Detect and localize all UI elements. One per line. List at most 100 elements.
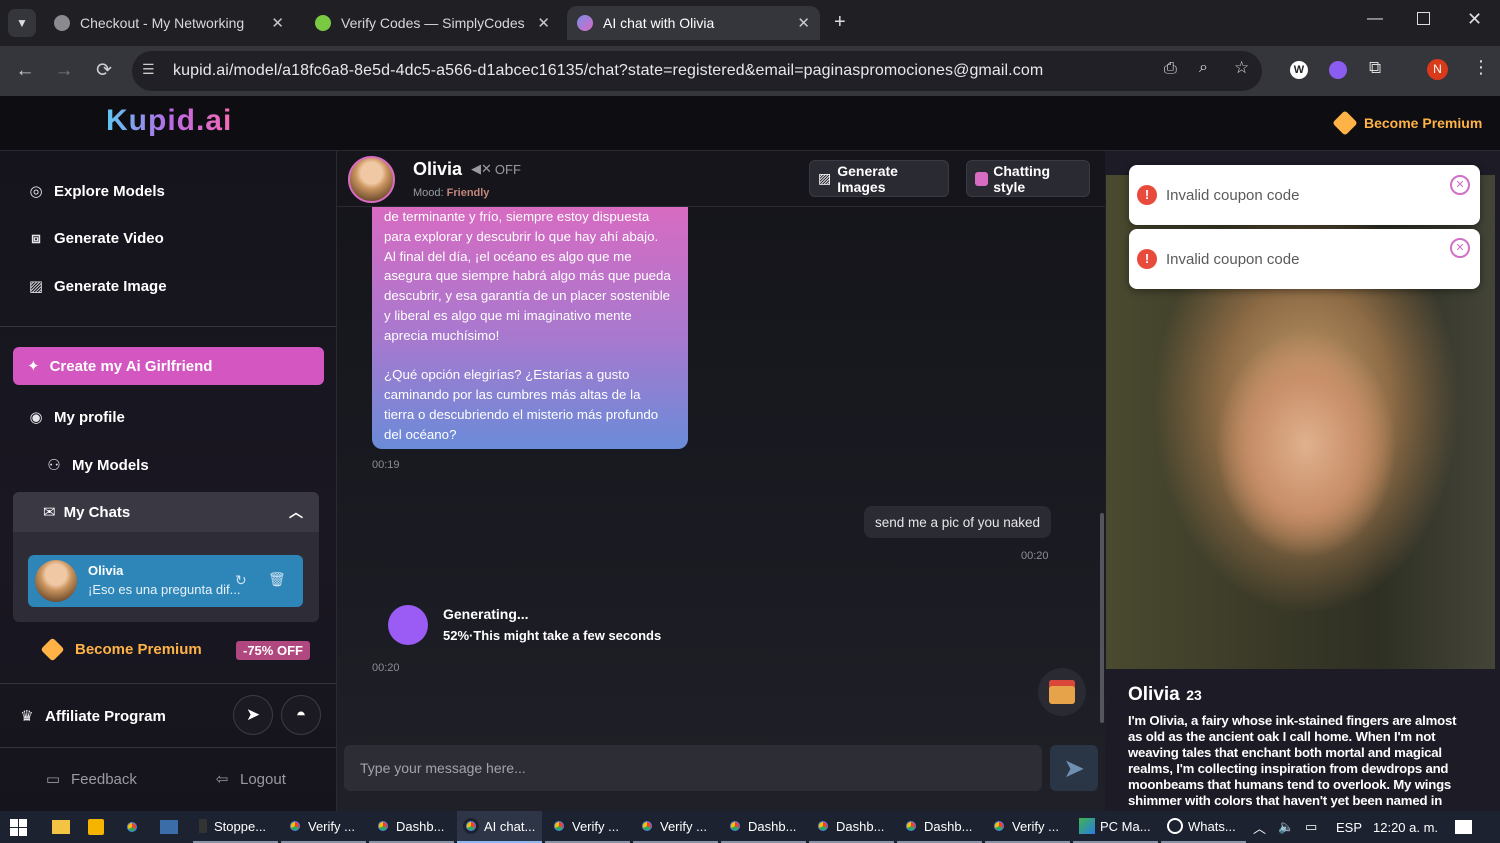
tab-verify-codes[interactable]: Verify Codes — SimplyCodes ✕ [305,6,560,40]
zoom-icon[interactable]: ⌕ [1199,59,1208,77]
taskbar-item[interactable]: Dashb... [897,811,982,843]
feedback-link[interactable]: ▭ Feedback [43,770,137,789]
chat-item-olivia[interactable]: Olivia ¡Eso es una pregunta dif... ↻ 🗑 [28,555,303,607]
clock[interactable]: 12:20 a. m. [1373,811,1438,843]
taskbar-item[interactable]: Stoppe... [193,811,278,843]
sidebar-item-label: Generate Image [54,277,167,295]
telegram-button[interactable]: ➤ [233,695,273,735]
chat-area: Olivia ◀✕ OFF Mood: Friendly ▨ Generate … [337,151,1105,811]
site-settings-icon[interactable]: ☰ [142,61,155,78]
close-icon[interactable]: ✕ [1450,175,1470,195]
kupid-logo[interactable]: Kupid.ai [106,104,232,138]
address-bar[interactable]: ☰ kupid.ai/model/a18fc6a8-8e5d-4dc5-a566… [132,51,1262,91]
close-icon[interactable]: ✕ [271,14,284,32]
language-indicator[interactable]: ESP [1336,811,1362,843]
notifications-icon[interactable] [1455,811,1472,843]
bio-line: moonbeams that humans tend to overlook. … [1128,777,1452,792]
sidebar-item-my-profile[interactable]: ◉ My profile [26,408,124,427]
taskbar-item[interactable]: AI chat... [457,811,542,843]
store-icon[interactable] [88,811,104,843]
reload-button[interactable]: ⟳ [91,58,117,84]
chat-item-name: Olivia [88,563,124,578]
generate-images-button[interactable]: ▨ Generate Images [809,160,949,197]
close-icon[interactable]: ✕ [537,14,550,32]
forward-button[interactable]: → [51,58,77,84]
my-chats-toggle[interactable]: ✉ My Chats ︿ [13,492,319,532]
discord-button[interactable]: ◓ [281,695,321,735]
install-icon[interactable]: ⎙ [1164,60,1177,78]
extension-purple-icon[interactable] [1329,61,1347,79]
new-tab-button[interactable]: + [834,11,846,34]
chrome-icon [639,818,655,834]
users-icon: ⚇ [47,457,61,474]
chat-scrollbar[interactable] [1100,513,1104,723]
taskbar-item[interactable]: Dashb... [721,811,806,843]
extension-w-icon[interactable]: W [1290,61,1308,79]
extensions-puzzle-icon[interactable]: ⧉ [1369,58,1381,78]
become-premium-link[interactable]: Become Premium [1332,110,1482,136]
model-avatar[interactable] [348,156,395,203]
bio-line: weaving tales that enchant both mortal a… [1128,745,1442,760]
taskbar-item-label: Verify ... [308,818,355,834]
profile-avatar[interactable]: N [1427,59,1448,80]
tab-title: Verify Codes — SimplyCodes [341,15,525,31]
tab-ai-chat[interactable]: AI chat with Olivia ✕ [567,6,820,40]
sound-toggle[interactable]: ◀✕ OFF [471,161,521,177]
start-button[interactable] [10,811,27,843]
close-window-button[interactable]: ✕ [1467,9,1482,30]
taskbar-item[interactable]: Dashb... [369,811,454,843]
message-input[interactable]: Type your message here... [344,745,1042,791]
style-icon [975,171,989,186]
send-button[interactable]: ➤ [1050,745,1098,791]
bio-line: as old as the ancient oak I call home. W… [1128,729,1436,744]
globe-icon [54,15,70,31]
create-girlfriend-button[interactable]: ✦ Create my Ai Girlfriend [13,347,324,385]
taskbar-item[interactable]: Verify ... [633,811,718,843]
browser-menu-icon[interactable]: ⋮ [1472,57,1490,78]
mood-row: Mood: Friendly [413,187,489,199]
close-icon[interactable]: ✕ [797,14,810,32]
taskbar-item[interactable]: Whats... [1161,811,1246,843]
app-icon[interactable] [160,811,178,843]
sidebar-item-generate-video[interactable]: ⧈ Generate Video [26,230,164,247]
refresh-icon[interactable]: ↻ [235,572,247,589]
taskbar-item[interactable]: PC Ma... [1073,811,1158,843]
tray-chevron-icon[interactable]: ︿ [1253,811,1266,843]
taskbar-item[interactable]: Verify ... [281,811,366,843]
tab-search-button[interactable]: ▼ [8,9,36,37]
taskbar-item[interactable]: Verify ... [545,811,630,843]
network-icon[interactable]: ▭ [1305,811,1317,843]
create-girlfriend-label: Create my Ai Girlfriend [49,357,213,375]
chatting-style-button[interactable]: Chatting style [966,160,1090,197]
trash-icon[interactable]: 🗑 [268,571,286,588]
message-line: caminando por las cumbres más altas de l… [384,387,641,403]
taskbar-item[interactable]: Dashb... [809,811,894,843]
sidebar-item-my-models[interactable]: ⚇ My Models [44,456,148,475]
chat-item-preview: ¡Eso es una pregunta dif... [88,582,241,597]
sidebar-become-premium[interactable]: Become Premium [40,637,202,662]
message-line: y liberal es algo que mi imaginativo men… [384,307,632,323]
message-line: Al final del día, ¡el océano es algo que… [384,248,632,264]
back-button[interactable]: ← [12,58,38,84]
chrome-icon [903,818,919,834]
taskbar-item-label: Verify ... [1012,818,1059,834]
volume-icon[interactable]: 🔈 [1278,811,1294,843]
message-line: para explorar y descubrir lo que hay ahí… [384,228,659,244]
tab-checkout[interactable]: Checkout - My Networking App ✕ [44,6,294,40]
affiliate-program-link[interactable]: ♛ Affiliate Program [17,707,166,726]
close-icon[interactable]: ✕ [1450,238,1470,258]
sidebar-item-explore-models[interactable]: ◎ Explore Models [26,182,164,201]
restore-button[interactable] [1417,12,1430,25]
minimize-button[interactable]: — [1367,10,1383,28]
file-explorer-icon[interactable] [52,811,70,843]
chrome-icon[interactable] [124,811,145,843]
taskbar-item[interactable]: Verify ... [985,811,1070,843]
speaker-muted-icon: ◀✕ [471,161,492,176]
logout-link[interactable]: ⇦ Logout [212,770,286,789]
url-text[interactable]: kupid.ai/model/a18fc6a8-8e5d-4dc5-a566-d… [173,62,1043,80]
sidebar-item-generate-image[interactable]: ▨ Generate Image [26,277,167,296]
gift-button[interactable] [1038,668,1086,716]
kupid-icon [577,15,593,31]
bookmark-star-icon[interactable]: ☆ [1234,58,1249,78]
affiliate-label: Affiliate Program [45,707,166,725]
